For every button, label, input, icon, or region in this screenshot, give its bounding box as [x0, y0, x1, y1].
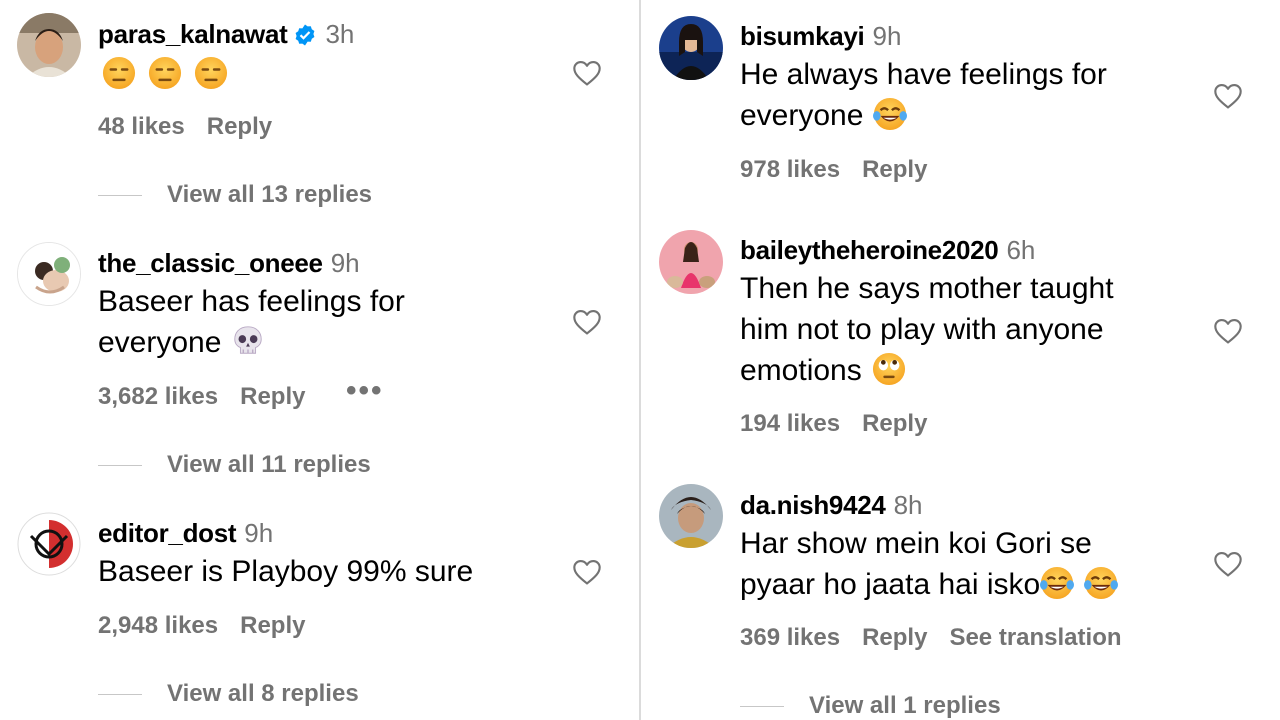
comment-time: 9h [872, 21, 902, 51]
likes-count[interactable]: 369 likes [740, 624, 840, 651]
view-replies-button[interactable]: View all 11 replies [98, 451, 371, 479]
avatar-paras-kalnawat[interactable] [17, 13, 81, 77]
avatar-da-nish9424[interactable] [659, 484, 723, 548]
expressionless-face-icon [194, 56, 228, 90]
comment-text-line: He always have feelings for [740, 58, 1107, 91]
see-translation-button[interactable]: See translation [949, 624, 1121, 651]
reply-button[interactable]: Reply [862, 156, 927, 183]
comment-text-line: emotions [740, 354, 862, 387]
comment-text: He always have feelings for everyone [740, 54, 1107, 136]
likes-count[interactable]: 978 likes [740, 156, 840, 183]
comment-text: Then he says mother taught him not to pl… [740, 268, 1114, 391]
replies-divider [98, 464, 142, 466]
skull-icon [231, 324, 265, 358]
username[interactable]: da.nish9424 [740, 490, 886, 520]
username[interactable]: bisumkayi [740, 21, 865, 51]
comment-text-line: Baseer has feelings for [98, 285, 405, 318]
likes-count[interactable]: 2,948 likes [98, 612, 218, 639]
tears-of-joy-icon [873, 97, 907, 131]
expressionless-face-icon [148, 56, 182, 90]
comment-text-line: Har show mein koi Gori se [740, 527, 1092, 560]
reply-button[interactable]: Reply [240, 612, 305, 639]
reply-button[interactable]: Reply [862, 624, 927, 651]
avatar-baileytheheroine2020[interactable] [659, 230, 723, 294]
comment-text-line: pyaar ho jaata hai isko [740, 568, 1041, 601]
tears-of-joy-icon [1040, 566, 1074, 600]
username[interactable]: paras_kalnawat [98, 19, 288, 49]
verified-badge-icon [296, 24, 315, 46]
comment-text: Har show mein koi Gori se pyaar ho jaata… [740, 523, 1118, 605]
reply-button[interactable]: Reply [862, 410, 927, 437]
comment-time: 9h [330, 248, 360, 278]
replies-divider [740, 705, 784, 707]
comment-text [102, 56, 228, 90]
view-replies-button[interactable]: View all 8 replies [98, 680, 359, 708]
expressionless-face-icon [102, 56, 136, 90]
comment-text: Baseer is Playboy 99% sure [98, 555, 474, 588]
avatar-bisumkayi[interactable] [659, 16, 723, 80]
more-options-button[interactable]: ••• [346, 374, 384, 408]
replies-divider [98, 693, 142, 695]
view-replies-label: View all 8 replies [167, 680, 359, 707]
comment-time: 6h [1006, 235, 1036, 265]
username[interactable]: baileytheheroine2020 [740, 235, 999, 265]
like-heart-icon[interactable] [1211, 80, 1245, 112]
replies-divider [98, 194, 142, 196]
column-divider [639, 0, 641, 720]
reply-button[interactable]: Reply [207, 113, 272, 140]
avatar-the-classic-oneee[interactable] [17, 242, 81, 306]
username[interactable]: the_classic_oneee [98, 248, 323, 278]
comment-time: 8h [893, 490, 923, 520]
likes-count[interactable]: 48 likes [98, 113, 185, 140]
view-replies-label: View all 11 replies [167, 451, 371, 478]
reply-button[interactable]: Reply [240, 383, 305, 410]
view-replies-button[interactable]: View all 13 replies [98, 181, 372, 209]
comment-time: 9h [244, 518, 274, 548]
comment-text-line: him not to play with anyone [740, 313, 1104, 346]
avatar-editor-dost[interactable] [17, 512, 81, 576]
like-heart-icon[interactable] [1211, 548, 1245, 580]
comment-time: 3h [325, 19, 355, 49]
view-replies-label: View all 13 replies [167, 181, 373, 208]
comment-text-line: everyone [740, 99, 864, 132]
like-heart-icon[interactable] [570, 57, 604, 89]
like-heart-icon[interactable] [570, 306, 604, 338]
view-replies-button[interactable]: View all 1 replies [740, 692, 1001, 720]
like-heart-icon[interactable] [570, 556, 604, 588]
comment-text-line: Then he says mother taught [740, 272, 1114, 305]
like-heart-icon[interactable] [1211, 315, 1245, 347]
comment-text: Baseer has feelings for everyone [98, 281, 405, 363]
comment-text-line: everyone [98, 326, 222, 359]
likes-count[interactable]: 194 likes [740, 410, 840, 437]
tears-of-joy-icon [1084, 566, 1118, 600]
username[interactable]: editor_dost [98, 518, 237, 548]
likes-count[interactable]: 3,682 likes [98, 383, 218, 410]
eye-roll-face-icon [872, 352, 906, 386]
view-replies-label: View all 1 replies [809, 692, 1001, 719]
